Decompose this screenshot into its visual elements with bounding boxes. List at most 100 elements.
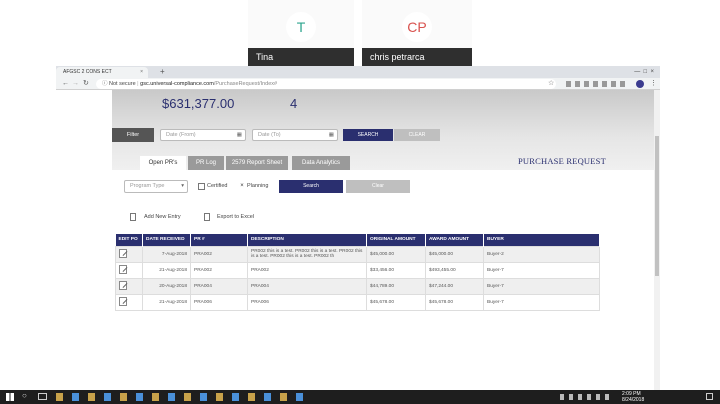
- page-content: $631,377.00 4 Filter Date (From) ▦ Date (…: [56, 90, 660, 390]
- participant-tile-chris[interactable]: CP chris petrarca: [362, 0, 472, 66]
- reload-icon[interactable]: ↻: [83, 78, 89, 90]
- original-amount-cell: $33,456.00: [366, 261, 426, 279]
- edit-icon[interactable]: [119, 264, 127, 274]
- close-icon[interactable]: ×: [140, 67, 143, 78]
- tab-data-analytics[interactable]: Data Analytics: [292, 156, 350, 170]
- award-amount-cell: $47,244.00: [425, 277, 484, 295]
- vertical-scrollbar[interactable]: [654, 90, 660, 390]
- page-title: PURCHASE REQUEST: [518, 156, 606, 166]
- edit-cell[interactable]: [115, 245, 143, 263]
- description-cell: PRA006: [247, 293, 367, 311]
- description-cell: PR002 this is a test. PR002 this is a te…: [247, 245, 367, 263]
- pr-cell: PRA002: [190, 245, 248, 263]
- star-icon[interactable]: ☆: [548, 79, 554, 87]
- date-to-input[interactable]: Date (To) ▦: [252, 129, 338, 141]
- back-icon[interactable]: ←: [62, 78, 69, 90]
- clear-button[interactable]: Clear: [346, 180, 410, 193]
- col-original-amount[interactable]: ORIGINAL AMOUNT: [366, 234, 426, 246]
- notifications-icon[interactable]: [706, 393, 713, 400]
- description-cell: PRA004: [247, 277, 367, 295]
- pr-cell: PRA004: [190, 277, 248, 295]
- avatar: CP: [402, 12, 432, 42]
- tab-open-prs[interactable]: Open PR's: [140, 156, 186, 170]
- window-controls[interactable]: — □ ×: [634, 66, 654, 78]
- pr-cell: PRA002: [190, 261, 248, 279]
- filter-clear-button[interactable]: CLEAR: [394, 129, 440, 141]
- table-row[interactable]: 21-Aug-2018 PRA002 PRA002 $33,456.00 $49…: [115, 261, 600, 279]
- buyer-cell: Buyer-7: [483, 261, 600, 279]
- forward-icon[interactable]: →: [72, 78, 79, 90]
- col-pr-number[interactable]: PR #: [190, 234, 248, 246]
- security-label: Not secure: [109, 81, 136, 87]
- tab-2579-report-sheet[interactable]: 2579 Report Sheet: [226, 156, 288, 170]
- edit-cell[interactable]: [115, 277, 143, 295]
- extension-icons[interactable]: [566, 81, 626, 87]
- search-icon[interactable]: ○: [22, 391, 27, 400]
- profile-icon[interactable]: [636, 80, 644, 88]
- certified-label: Certified: [207, 183, 228, 189]
- planning-checkbox[interactable]: ×: [238, 182, 246, 190]
- tab-pr-log[interactable]: PR Log: [188, 156, 224, 170]
- menu-icon[interactable]: ⋮: [650, 78, 657, 90]
- info-icon: ⓘ: [102, 81, 110, 87]
- url-path: /PurchaseRequest/Index#: [213, 81, 278, 87]
- filter-search-button[interactable]: SEARCH: [343, 129, 393, 141]
- url-host: gsc.universal-compliance.com: [140, 81, 214, 87]
- col-edit-po[interactable]: EDIT PO: [115, 234, 143, 246]
- certified-checkbox[interactable]: [198, 183, 205, 190]
- export-to-excel-link[interactable]: Export to Excel: [217, 214, 254, 220]
- scrollbar-thumb[interactable]: [655, 136, 659, 276]
- participant-name: Tina: [248, 48, 354, 66]
- calendar-icon[interactable]: ▦: [237, 130, 242, 140]
- col-buyer[interactable]: BUYER: [483, 234, 600, 246]
- original-amount-cell: $45,678.00: [366, 293, 426, 311]
- add-new-entry-link[interactable]: Add New Entry: [144, 214, 181, 220]
- date-cell: 20-Aug-2018: [142, 277, 191, 295]
- calendar-icon[interactable]: ▦: [329, 130, 334, 140]
- table-row[interactable]: 21-Aug-2018 PRA006 PRA006 $45,678.00 $45…: [115, 293, 600, 311]
- edit-icon[interactable]: [119, 248, 127, 258]
- chevron-down-icon: ▾: [181, 183, 184, 189]
- edit-cell[interactable]: [115, 293, 143, 311]
- clock-date[interactable]: 8/24/2018: [622, 397, 644, 403]
- description-cell: PRA002: [247, 261, 367, 279]
- award-amount-cell: $493,455.00: [425, 261, 484, 279]
- export-icon[interactable]: [204, 213, 210, 221]
- address-bar: ← → ↻ ⓘ Not secure | gsc.universal-compl…: [56, 78, 660, 90]
- pr-cell: PRA006: [190, 293, 248, 311]
- avatar: T: [286, 12, 316, 42]
- date-cell: 21-Aug-2018: [142, 293, 191, 311]
- buyer-cell: Buyer-7: [483, 277, 600, 295]
- edit-icon[interactable]: [119, 296, 127, 306]
- search-button[interactable]: Search: [279, 180, 343, 193]
- col-description[interactable]: DESCRIPTION: [247, 234, 367, 246]
- program-type-select[interactable]: Program Type ▾: [124, 180, 188, 193]
- col-award-amount[interactable]: AWARD AMOUNT: [425, 234, 484, 246]
- new-tab-button[interactable]: +: [160, 66, 165, 78]
- buyer-cell: Buyer-7: [483, 293, 600, 311]
- url-field[interactable]: ⓘ Not secure | gsc.universal-compliance.…: [96, 79, 556, 89]
- filter-label: Filter: [112, 128, 154, 142]
- pinned-apps[interactable]: [56, 393, 306, 401]
- col-date-received[interactable]: DATE RECEIVED: [142, 234, 191, 246]
- date-cell: 7-Aug-2018: [142, 245, 191, 263]
- table-row[interactable]: 20-Aug-2018 PRA004 PRA004 $44,789.00 $47…: [115, 277, 600, 295]
- tab-title: AFGSC 2 CONS ECT: [63, 69, 112, 75]
- add-entry-icon[interactable]: [130, 213, 136, 221]
- task-view-icon[interactable]: [38, 393, 47, 400]
- participant-tile-tina[interactable]: T Tina: [248, 0, 354, 66]
- windows-start-icon[interactable]: [6, 393, 14, 401]
- browser-tab-bar: AFGSC 2 CONS ECT × + — □ ×: [56, 66, 660, 78]
- total-amount: $631,377.00: [162, 96, 235, 111]
- edit-cell[interactable]: [115, 261, 143, 279]
- browser-tab[interactable]: AFGSC 2 CONS ECT ×: [56, 67, 148, 78]
- purchase-request-table: EDIT PO DATE RECEIVED PR # DESCRIPTION O…: [115, 234, 600, 311]
- participant-name: chris petrarca: [362, 48, 472, 66]
- taskbar: ○ 2:09 PM 8/24/2018: [0, 390, 720, 404]
- table-header-row: EDIT PO DATE RECEIVED PR # DESCRIPTION O…: [115, 234, 600, 246]
- edit-icon[interactable]: [119, 280, 127, 290]
- system-tray-icons[interactable]: [560, 394, 610, 400]
- date-from-input[interactable]: Date (From) ▦: [160, 129, 246, 141]
- award-amount-cell: $45,678.00: [425, 293, 484, 311]
- table-row[interactable]: 7-Aug-2018 PRA002 PR002 this is a test. …: [115, 245, 600, 263]
